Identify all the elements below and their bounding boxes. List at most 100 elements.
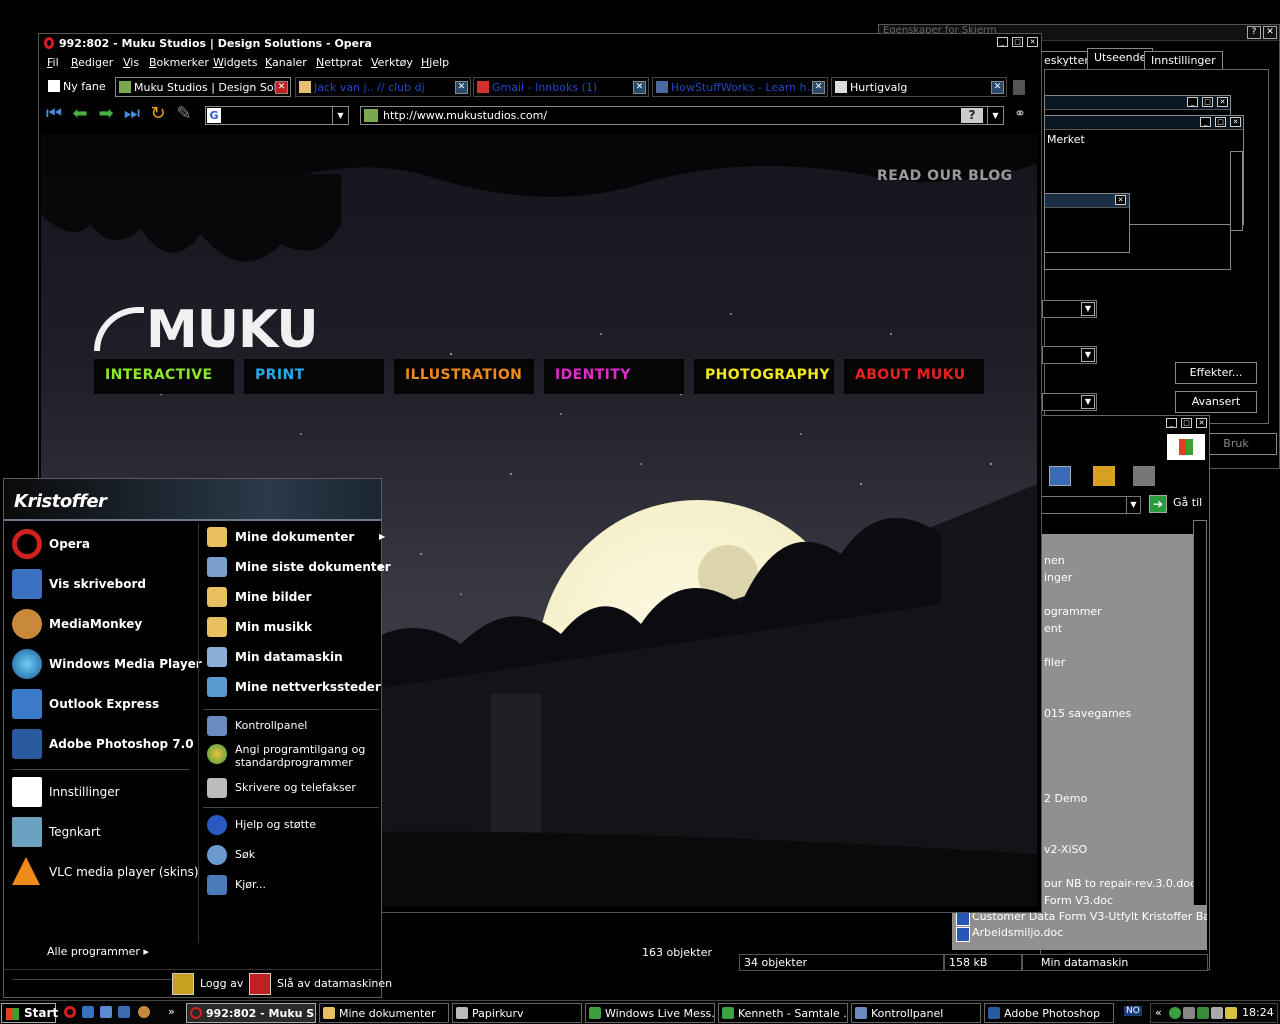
- start-button[interactable]: Start: [1, 1003, 58, 1023]
- tab-gmail[interactable]: Gmail - Innboks (1) ✕: [473, 77, 649, 97]
- advanced-button[interactable]: Avansert: [1175, 391, 1257, 413]
- nav-illustration[interactable]: ILLUSTRATION: [394, 359, 534, 394]
- close-icon[interactable]: ✕: [1027, 37, 1038, 47]
- tray-icon[interactable]: [1197, 1007, 1209, 1019]
- list-item[interactable]: ogrammer: [1044, 605, 1102, 618]
- maximize-icon[interactable]: □: [1012, 37, 1023, 47]
- list-item[interactable]: inger: [1044, 571, 1072, 584]
- edit-icon[interactable]: ✎: [173, 105, 195, 125]
- views-icon[interactable]: [1049, 466, 1071, 486]
- folders-icon[interactable]: [1093, 466, 1115, 486]
- menu-file[interactable]: Fil: [47, 56, 59, 69]
- list-item[interactable]: ent: [1044, 622, 1062, 635]
- close-icon[interactable]: ✕: [1196, 418, 1207, 428]
- nav-about[interactable]: ABOUT MUKU: [844, 359, 984, 394]
- all-programs-button[interactable]: Alle programmer: [47, 945, 149, 958]
- nav-photography[interactable]: PHOTOGRAPHY: [694, 359, 834, 394]
- tab-howstuffworks[interactable]: HowStuffWorks - Learn h... ✕: [652, 77, 828, 97]
- dialog-help-button[interactable]: ?: [1247, 26, 1261, 39]
- list-item[interactable]: filer: [1044, 656, 1065, 669]
- tray-icon[interactable]: [1225, 1007, 1237, 1019]
- menu-view[interactable]: Vis: [123, 56, 139, 69]
- close-tab-icon[interactable]: ✕: [812, 81, 825, 94]
- help-icon[interactable]: ?: [961, 108, 983, 123]
- font-size-select[interactable]: ▼: [1042, 393, 1097, 411]
- tab-muku[interactable]: Muku Studios | Design Sol... ✕: [115, 77, 291, 97]
- go-button[interactable]: Gå til: [1173, 496, 1202, 509]
- wmp-quicklaunch-icon[interactable]: [118, 1006, 130, 1018]
- menu-help[interactable]: Hjelp: [421, 56, 449, 69]
- close-tab-icon[interactable]: ✕: [991, 81, 1004, 94]
- effects-button[interactable]: Effekter...: [1175, 362, 1257, 384]
- tab-club-dj[interactable]: Jack van j.. // club dj ✕: [295, 77, 471, 97]
- read-blog-link[interactable]: READ OUR BLOG: [877, 168, 1013, 184]
- menu-bookmarks[interactable]: Bokmerker: [149, 56, 209, 69]
- close-tab-icon[interactable]: ✕: [275, 81, 288, 94]
- clock[interactable]: 18:24: [1242, 1006, 1274, 1019]
- reload-icon[interactable]: ↻: [147, 105, 169, 125]
- search-input[interactable]: G ▼: [205, 106, 349, 125]
- desktop-quicklaunch-icon[interactable]: [100, 1006, 112, 1018]
- minimize-icon[interactable]: _: [1166, 418, 1177, 428]
- back-icon[interactable]: ⬅: [69, 105, 91, 125]
- color-select[interactable]: ▼: [1042, 346, 1097, 364]
- taskbar-opera[interactable]: 992:802 - Muku S...: [186, 1003, 316, 1023]
- explorer-scrollbar[interactable]: [1193, 520, 1207, 936]
- mediamonkey-quicklaunch-icon[interactable]: [138, 1006, 150, 1018]
- list-item[interactable]: Arbeidsmiljo.doc: [956, 926, 1063, 942]
- maximize-icon[interactable]: □: [1181, 418, 1192, 428]
- explorer-address-field[interactable]: ▼: [1041, 496, 1141, 514]
- language-indicator[interactable]: NO: [1124, 1006, 1142, 1016]
- close-icon: ✕: [1115, 195, 1126, 205]
- messenger-tray-icon[interactable]: [1169, 1007, 1181, 1019]
- power-icon: [249, 973, 271, 995]
- tab-settings[interactable]: Innstillinger: [1144, 51, 1223, 70]
- close-tab-icon[interactable]: ✕: [633, 81, 646, 94]
- menu-tools[interactable]: Verktøy: [371, 56, 413, 69]
- taskbar-control-panel[interactable]: Kontrollpanel: [851, 1003, 981, 1023]
- taskbar-messenger[interactable]: Windows Live Mess...: [585, 1003, 715, 1023]
- trash-icon[interactable]: [1013, 80, 1025, 95]
- taskbar-photoshop[interactable]: Adobe Photoshop: [984, 1003, 1114, 1023]
- opera-quicklaunch-icon[interactable]: [64, 1006, 76, 1018]
- list-item[interactable]: 2 Demo: [1044, 792, 1087, 805]
- minimize-icon[interactable]: _: [997, 37, 1008, 47]
- new-tab-button[interactable]: Ny fane: [45, 77, 115, 97]
- menu-widgets[interactable]: Widgets: [213, 56, 257, 69]
- close-tab-icon[interactable]: ✕: [455, 81, 468, 94]
- quicklaunch-more-icon[interactable]: »: [168, 1005, 175, 1018]
- tab-speed-dial[interactable]: Hurtigvalg ✕: [831, 77, 1007, 97]
- print-icon[interactable]: [1133, 466, 1155, 486]
- taskbar-my-documents[interactable]: Mine dokumenter: [319, 1003, 449, 1023]
- close-icon: ✕: [1217, 97, 1228, 107]
- chevron-down-icon[interactable]: ▼: [332, 107, 348, 124]
- chevron-down-icon[interactable]: ▼: [987, 107, 1003, 124]
- nav-identity[interactable]: IDENTITY: [544, 359, 684, 394]
- logitech-icon: [12, 777, 42, 807]
- ie-quicklaunch-icon[interactable]: [82, 1006, 94, 1018]
- go-arrow-icon[interactable]: ➔: [1149, 495, 1167, 513]
- list-item[interactable]: v2-XiSO: [1044, 843, 1087, 856]
- mail-icon: [12, 689, 42, 719]
- muku-logo[interactable]: MUKU: [94, 300, 319, 360]
- tray-expand-icon[interactable]: «: [1155, 1006, 1162, 1019]
- dialog-close-button[interactable]: ✕: [1263, 26, 1277, 39]
- binoculars-icon[interactable]: ⚭: [1009, 105, 1031, 125]
- menu-chat[interactable]: Nettprat: [316, 56, 362, 69]
- menu-edit[interactable]: Rediger: [71, 56, 113, 69]
- fast-forward-icon[interactable]: ⏭: [121, 105, 143, 125]
- list-item[interactable]: our NB to repair-rev.3.0.doc: [1044, 877, 1196, 890]
- list-item[interactable]: nen: [1044, 554, 1065, 567]
- list-item[interactable]: 015 savegames: [1044, 707, 1131, 720]
- nav-interactive[interactable]: INTERACTIVE: [94, 359, 234, 394]
- address-bar[interactable]: http://www.mukustudios.com/ ? ▼: [360, 106, 1004, 125]
- volume-icon[interactable]: [1211, 1007, 1223, 1019]
- network-tray-icon[interactable]: [1183, 1007, 1195, 1019]
- taskbar-conversation[interactable]: Kenneth - Samtale ...: [718, 1003, 848, 1023]
- taskbar-recycle-bin[interactable]: Papirkurv: [452, 1003, 582, 1023]
- rewind-icon[interactable]: ⏮: [43, 105, 65, 125]
- forward-icon[interactable]: ➡: [95, 105, 117, 125]
- item-select[interactable]: ▼: [1042, 300, 1097, 318]
- menu-channels[interactable]: Kanaler: [265, 56, 307, 69]
- nav-print[interactable]: PRINT: [244, 359, 384, 394]
